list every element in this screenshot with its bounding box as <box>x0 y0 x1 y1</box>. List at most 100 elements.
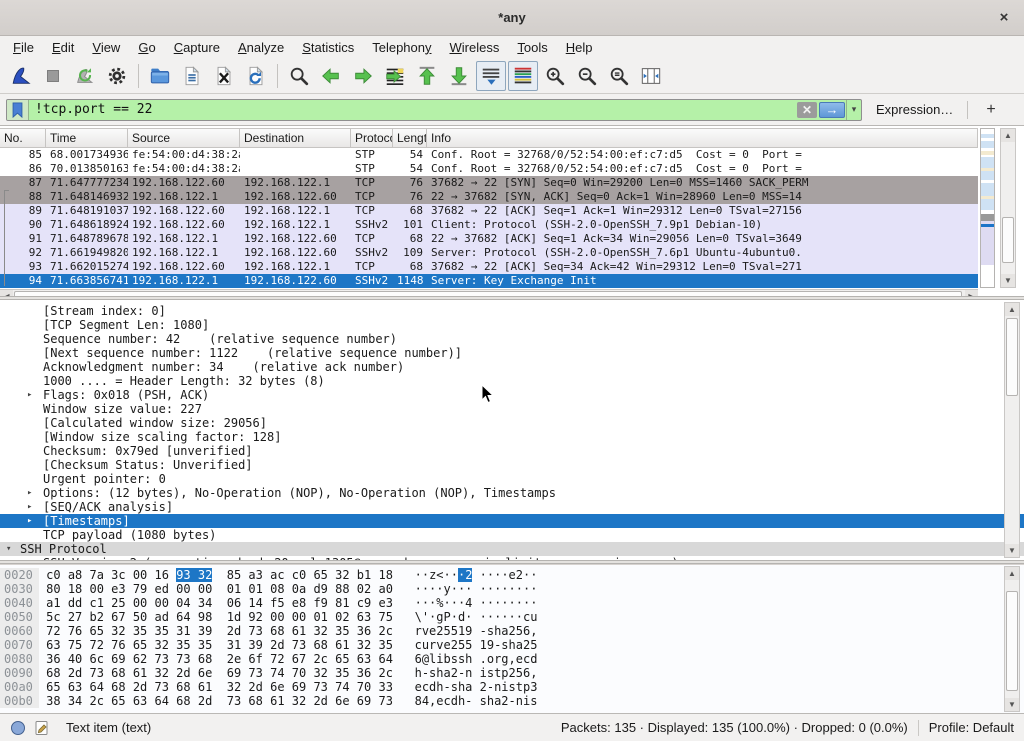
auto-scroll-toggle-button[interactable] <box>476 61 506 91</box>
menu-file[interactable]: File <box>4 38 43 57</box>
packet-row-93[interactable]: 9371.662015274192.168.122.60192.168.122.… <box>0 260 978 274</box>
detail-row[interactable]: [Stream index: 0] <box>0 304 1024 318</box>
column-header-time[interactable]: Time <box>46 129 128 147</box>
go-last-packet-button[interactable] <box>444 61 474 91</box>
packet-row-91[interactable]: 9171.648789678192.168.122.1192.168.122.6… <box>0 232 978 246</box>
column-header-info[interactable]: Info <box>427 129 978 147</box>
detail-row[interactable]: Checksum: 0x79ed [unverified] <box>0 444 1024 458</box>
packet-row-88[interactable]: 8871.648146932192.168.122.1192.168.122.6… <box>0 190 978 204</box>
detail-row[interactable]: [Window size scaling factor: 128] <box>0 430 1024 444</box>
detail-row[interactable]: TCP payload (1080 bytes) <box>0 528 1024 542</box>
menu-go[interactable]: Go <box>129 38 164 57</box>
detail-row[interactable]: [Calculated window size: 29056] <box>0 416 1024 430</box>
scroll-thumb[interactable] <box>1006 318 1018 396</box>
hex-row-0020[interactable]: 0020 c0 a8 7a 3c 00 16 93 32 85 a3 ac c0… <box>0 568 1024 582</box>
reload-file-button[interactable] <box>241 61 271 91</box>
detail-row[interactable]: [TCP Segment Len: 1080] <box>0 318 1024 332</box>
menu-telephony[interactable]: Telephony <box>363 38 440 57</box>
detail-row[interactable]: [Checksum Status: Unverified] <box>0 458 1024 472</box>
stop-capture-button[interactable] <box>38 61 68 91</box>
title-bar[interactable]: *any × <box>0 0 1024 36</box>
display-filter-input[interactable] <box>29 100 796 120</box>
packet-list-minimap[interactable] <box>980 128 995 288</box>
filter-clear-button[interactable]: ✕ <box>797 102 817 118</box>
chevron-right-icon[interactable]: ▸ <box>27 514 32 528</box>
column-header-no[interactable]: No. <box>0 129 46 147</box>
detail-row[interactable]: ▸[Timestamps] <box>0 514 1024 528</box>
menu-statistics[interactable]: Statistics <box>293 38 363 57</box>
hex-row-00b0[interactable]: 00b0 38 34 2c 65 63 64 68 2d 73 68 61 32… <box>0 694 1024 708</box>
scroll-up-arrow[interactable]: ▲ <box>1005 303 1019 316</box>
packet-list-vscrollbar[interactable]: ▲ ▼ <box>1000 128 1016 288</box>
status-profile[interactable]: Profile: Default <box>929 720 1014 735</box>
detail-row[interactable]: Acknowledgment number: 34 (relative ack … <box>0 360 1024 374</box>
column-header-source[interactable]: Source <box>128 129 240 147</box>
hex-row-0070[interactable]: 0070 63 75 72 76 65 32 35 35 31 39 2d 73… <box>0 638 1024 652</box>
start-capture-button[interactable] <box>6 61 36 91</box>
chevron-right-icon[interactable]: ▸ <box>27 486 32 500</box>
bytes-vscrollbar[interactable]: ▲ ▼ <box>1004 566 1020 712</box>
close-window-button[interactable]: × <box>994 8 1014 28</box>
chevron-right-icon[interactable]: ▸ <box>27 388 32 402</box>
hex-row-0040[interactable]: 0040 a1 dd c1 25 00 00 04 34 06 14 f5 e8… <box>0 596 1024 610</box>
scroll-thumb[interactable] <box>1006 591 1018 691</box>
detail-row[interactable]: Sequence number: 42 (relative sequence n… <box>0 332 1024 346</box>
menu-wireless[interactable]: Wireless <box>441 38 509 57</box>
restart-capture-button[interactable] <box>70 61 100 91</box>
add-filter-button[interactable]: + <box>978 101 1003 119</box>
zoom-in-button[interactable] <box>540 61 570 91</box>
packet-row-92[interactable]: 9271.661949820192.168.122.1192.168.122.6… <box>0 246 978 260</box>
hex-row-0090[interactable]: 0090 68 2d 73 68 61 32 2d 6e 69 73 74 70… <box>0 666 1024 680</box>
close-file-button[interactable] <box>209 61 239 91</box>
go-first-packet-button[interactable] <box>412 61 442 91</box>
go-forward-button[interactable] <box>348 61 378 91</box>
menu-help[interactable]: Help <box>557 38 602 57</box>
column-header-protocol[interactable]: Protocol <box>351 129 393 147</box>
splitter-details-bytes[interactable] <box>0 560 1024 564</box>
scroll-down-arrow[interactable]: ▼ <box>1005 698 1019 711</box>
packet-row-87[interactable]: 8771.647777234192.168.122.60192.168.122.… <box>0 176 978 190</box>
packet-row-89[interactable]: 8971.648191037192.168.122.60192.168.122.… <box>0 204 978 218</box>
display-filter-field[interactable]: ✕ → ▾ <box>6 99 862 121</box>
hex-row-0030[interactable]: 0030 80 18 00 e3 79 ed 00 00 01 01 08 0a… <box>0 582 1024 596</box>
detail-row[interactable]: Urgent pointer: 0 <box>0 472 1024 486</box>
colorize-toggle-button[interactable] <box>508 61 538 91</box>
detail-row[interactable]: ▸[SEQ/ACK analysis] <box>0 500 1024 514</box>
detail-row[interactable]: Window size value: 227 <box>0 402 1024 416</box>
hex-row-0080[interactable]: 0080 36 40 6c 69 62 73 73 68 2e 6f 72 67… <box>0 652 1024 666</box>
chevron-down-icon[interactable]: ▾ <box>6 542 11 556</box>
hex-row-0050[interactable]: 0050 5c 27 b2 67 50 ad 64 98 1d 92 00 00… <box>0 610 1024 624</box>
open-file-button[interactable] <box>145 61 175 91</box>
menu-capture[interactable]: Capture <box>165 38 229 57</box>
detail-row[interactable]: ▸Flags: 0x018 (PSH, ACK) <box>0 388 1024 402</box>
filter-apply-button[interactable]: → <box>819 102 845 118</box>
packet-row-85[interactable]: 8568.001734936fe:54:00:d4:38:2aSTP54Conf… <box>0 148 978 162</box>
details-vscrollbar[interactable]: ▲ ▼ <box>1004 302 1020 558</box>
filter-bookmark-button[interactable] <box>7 100 29 120</box>
detail-row[interactable]: ▾SSH Protocol <box>0 542 1024 556</box>
scroll-up-arrow[interactable]: ▲ <box>1001 129 1015 142</box>
capture-comment-icon[interactable] <box>34 720 50 736</box>
packet-row-86[interactable]: 8670.013850163fe:54:00:d4:38:2aSTP54Conf… <box>0 162 978 176</box>
scroll-down-arrow[interactable]: ▼ <box>1001 274 1015 287</box>
menu-view[interactable]: View <box>83 38 129 57</box>
find-packet-button[interactable] <box>284 61 314 91</box>
menu-analyze[interactable]: Analyze <box>229 38 293 57</box>
go-to-packet-button[interactable] <box>380 61 410 91</box>
column-header-destination[interactable]: Destination <box>240 129 351 147</box>
detail-row[interactable]: [Next sequence number: 1122 (relative se… <box>0 346 1024 360</box>
save-file-button[interactable] <box>177 61 207 91</box>
zoom-out-button[interactable] <box>572 61 602 91</box>
go-back-button[interactable] <box>316 61 346 91</box>
resize-columns-button[interactable] <box>636 61 666 91</box>
scroll-thumb[interactable] <box>1002 217 1014 263</box>
chevron-right-icon[interactable]: ▸ <box>27 500 32 514</box>
scroll-down-arrow[interactable]: ▼ <box>1005 544 1019 557</box>
hex-row-0060[interactable]: 0060 72 76 65 32 35 35 31 39 2d 73 68 61… <box>0 624 1024 638</box>
packet-row-90[interactable]: 9071.648618924192.168.122.60192.168.122.… <box>0 218 978 232</box>
expression-button[interactable]: Expression… <box>876 102 953 117</box>
hex-row-00a0[interactable]: 00a0 65 63 64 68 2d 73 68 61 32 2d 6e 69… <box>0 680 1024 694</box>
menu-tools[interactable]: Tools <box>508 38 556 57</box>
scroll-up-arrow[interactable]: ▲ <box>1005 567 1019 580</box>
filter-dropdown-button[interactable]: ▾ <box>846 100 861 120</box>
